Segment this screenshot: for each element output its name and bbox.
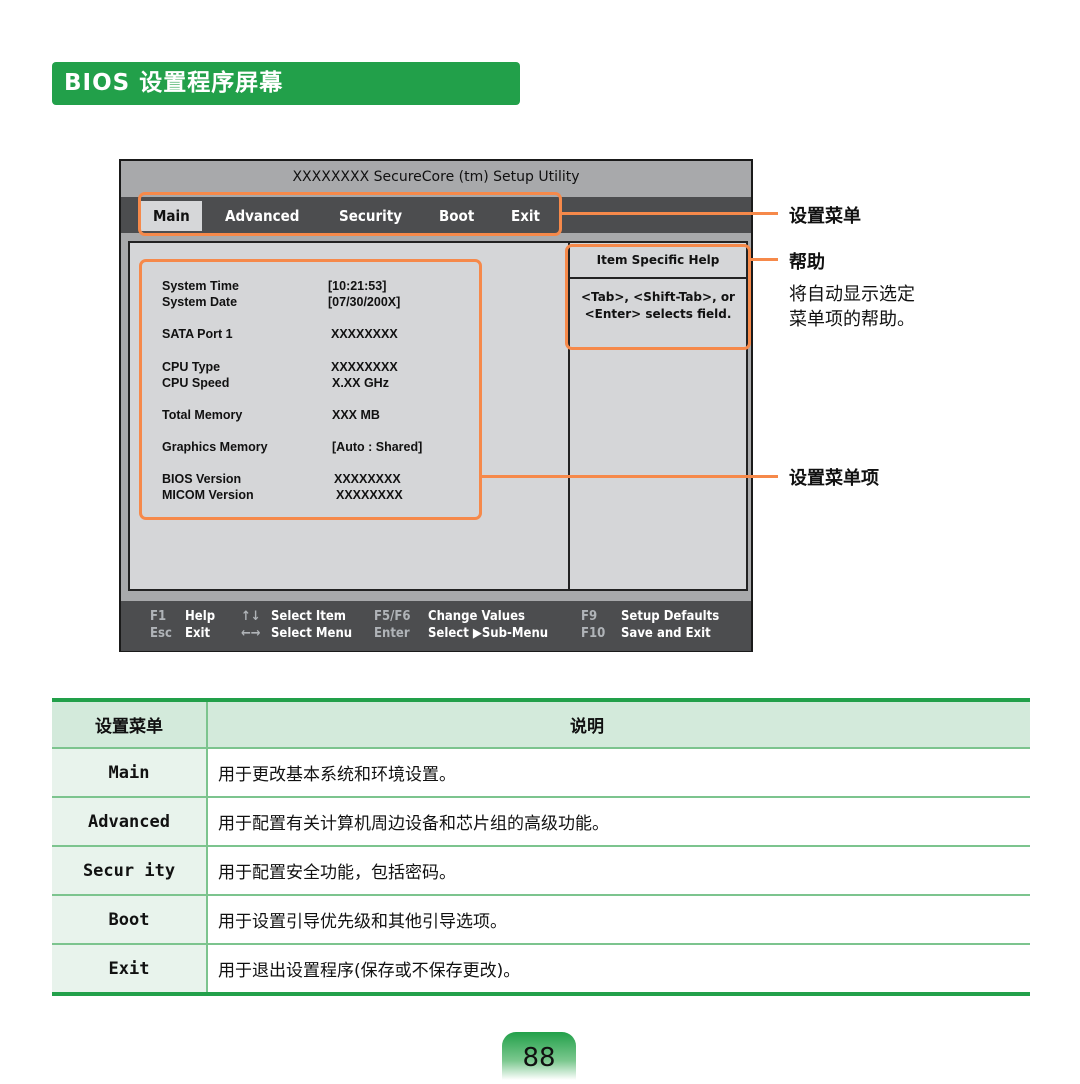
items-callout-line	[482, 475, 778, 478]
arrows-updown-icon: ↑↓	[241, 609, 261, 624]
key-enter: Enter	[374, 626, 410, 641]
callout-help-line: 菜单项的帮助。	[789, 309, 915, 330]
key-updown-desc: Select Item	[271, 609, 346, 624]
menu-description: 用于设置引导优先级和其他引导选项。	[218, 912, 507, 932]
bios-key-legend: F1 Help Esc Exit ↑↓ Select Item ←→ Selec…	[121, 601, 751, 651]
arrows-leftright-icon: ←→	[241, 626, 261, 641]
callout-help-desc: 将自动显示选定 菜单项的帮助。	[789, 282, 915, 332]
page-number: 88	[502, 1032, 576, 1080]
table-row: Main 用于更改基本系统和环境设置。	[52, 749, 1030, 798]
menu-name: Boot	[52, 896, 208, 943]
key-f5f6: F5/F6	[374, 609, 411, 624]
table-row: Exit 用于退出设置程序(保存或不保存更改)。	[52, 945, 1030, 996]
key-leftright-desc: Select Menu	[271, 626, 353, 641]
section-title: BIOS 设置程序屏幕	[52, 62, 520, 105]
table-row: Advanced 用于配置有关计算机周边设备和芯片组的高级功能。	[52, 798, 1030, 847]
table-row: Secur ity 用于配置安全功能，包括密码。	[52, 847, 1030, 896]
menu-description: 用于配置安全功能，包括密码。	[218, 863, 456, 883]
menu-name: Advanced	[52, 798, 208, 845]
bios-title: XXXXXXXX SecureCore (tm) Setup Utility	[292, 169, 580, 185]
key-f9: F9	[581, 609, 598, 624]
menu-name: Exit	[52, 945, 208, 992]
header-menu: 设置菜单	[52, 702, 208, 747]
key-esc: Esc	[150, 626, 172, 641]
key-f10-desc: Save and Exit	[621, 626, 711, 641]
menu-name: Secur ity	[52, 847, 208, 894]
callout-menu: 设置菜单	[789, 206, 861, 227]
table-row: Boot 用于设置引导优先级和其他引导选项。	[52, 896, 1030, 945]
key-f5f6-desc: Change Values	[428, 609, 525, 624]
key-esc-desc: Exit	[185, 626, 211, 641]
callout-help-line: 将自动显示选定	[789, 284, 915, 305]
callout-menu-items: 设置菜单项	[789, 468, 879, 489]
key-f10: F10	[581, 626, 606, 641]
menu-description: 用于配置有关计算机周边设备和芯片组的高级功能。	[218, 814, 609, 834]
help-callout-line	[751, 258, 778, 261]
key-f1: F1	[150, 609, 167, 624]
table-header-row: 设置菜单 说明	[52, 702, 1030, 749]
header-description: 说明	[570, 717, 604, 737]
menu-name: Main	[52, 749, 208, 796]
key-f1-desc: Help	[185, 609, 216, 624]
menu-description: 用于更改基本系统和环境设置。	[218, 765, 456, 785]
menu-callout-line	[562, 212, 778, 215]
key-f9-desc: Setup Defaults	[621, 609, 720, 624]
menu-highlight-frame	[138, 192, 562, 236]
help-highlight-frame	[565, 244, 751, 350]
items-highlight-frame	[139, 259, 482, 520]
callout-help-title: 帮助	[789, 252, 825, 273]
menu-description-table: 设置菜单 说明 Main 用于更改基本系统和环境设置。 Advanced 用于配…	[52, 698, 1030, 996]
menu-description: 用于退出设置程序(保存或不保存更改)。	[218, 961, 521, 981]
key-enter-desc: Select ▶Sub-Menu	[428, 626, 549, 641]
